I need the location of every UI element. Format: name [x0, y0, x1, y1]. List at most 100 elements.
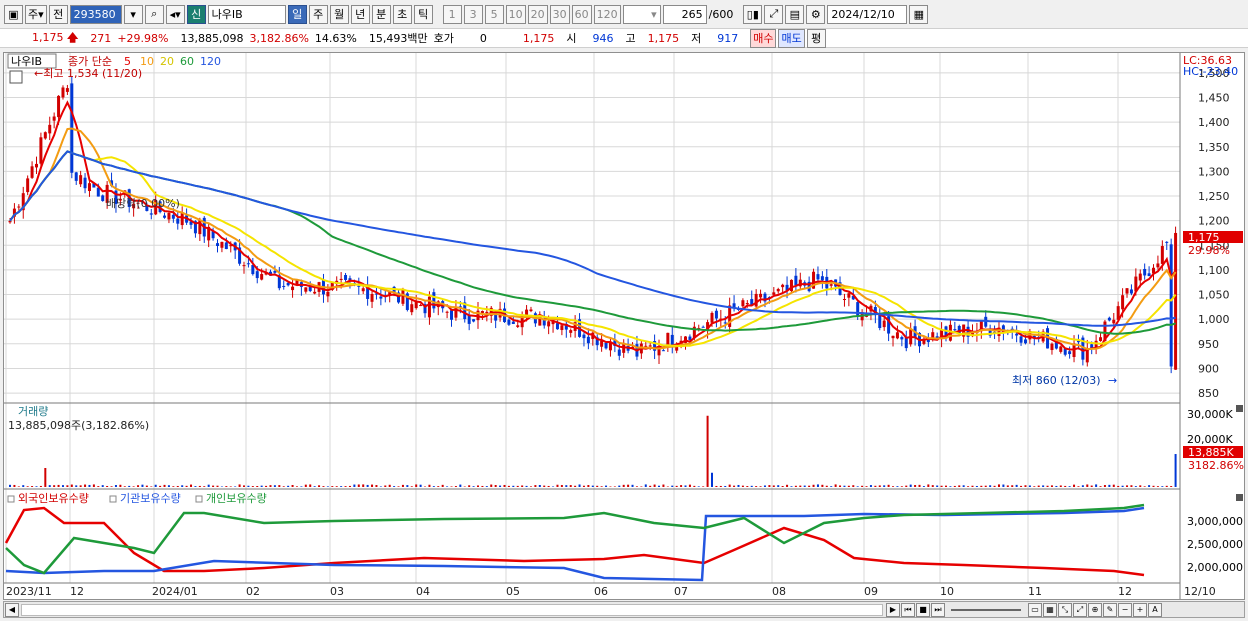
window-menu-icon[interactable]: ▣ — [4, 4, 23, 24]
stock-code-input[interactable]: 293580 — [69, 4, 122, 24]
zoom-slider[interactable] — [951, 608, 1021, 611]
interval-30-button[interactable]: 30 — [549, 4, 570, 24]
volume-panel-close-icon[interactable] — [1236, 405, 1243, 412]
interval-3-button[interactable]: 3 — [463, 4, 483, 24]
volume-bar — [1028, 485, 1031, 487]
code-dropdown-icon[interactable]: ▾ — [123, 4, 143, 24]
volume-bar — [993, 485, 996, 487]
candle-body — [180, 212, 184, 226]
volume-bar — [772, 485, 775, 487]
candle-body — [525, 309, 529, 315]
volume-bar — [326, 486, 329, 487]
market-type-select[interactable]: 주 ▾ — [25, 4, 47, 24]
stock-chart[interactable]: 나우IB 종가 단순 5 10 20 60 120 ←최고 1,534 (11/… — [3, 52, 1245, 600]
period-year-tab[interactable]: 년 — [350, 4, 370, 24]
period-month-tab[interactable]: 월 — [329, 4, 349, 24]
interval-60-button[interactable]: 60 — [571, 4, 592, 24]
interval-1-button[interactable]: 1 — [442, 4, 462, 24]
candle-body — [511, 321, 515, 325]
interval-custom-select[interactable]: ▾ — [622, 4, 661, 24]
date-input[interactable]: 2024/12/10 — [827, 4, 908, 24]
volume-bar — [980, 485, 983, 487]
scroll-right-icon[interactable]: ▶ — [886, 602, 900, 617]
chart-table-icon[interactable] — [9, 70, 23, 84]
volume-bar — [31, 486, 34, 487]
interval-10-button[interactable]: 10 — [505, 4, 526, 24]
period-minute-tab[interactable]: 분 — [371, 4, 391, 24]
candle-body — [176, 218, 180, 224]
candle-body — [661, 350, 665, 352]
volume-bar — [1117, 485, 1120, 487]
volume-bar — [702, 486, 705, 487]
volume-bar — [101, 485, 104, 487]
max-price-note: ←최고 1,534 (11/20) — [34, 67, 142, 80]
volume-bar — [39, 485, 42, 487]
volume-bar — [658, 485, 661, 487]
sell-button[interactable]: 매도 — [778, 28, 805, 48]
chart-scrollbar[interactable]: ◀ ▶ ⏮ ■ ⏭ ▭ ▦ ⤡ ⤢ ⊕ ✎ − + A — [3, 601, 1245, 618]
period-tick-tab[interactable]: 틱 — [413, 4, 433, 24]
scroll-last-icon[interactable]: ⏭ — [931, 602, 945, 617]
volume-bar — [1077, 486, 1080, 487]
interval-20-button[interactable]: 20 — [527, 4, 548, 24]
volume-bar — [485, 486, 488, 487]
volume-bar — [243, 485, 245, 487]
chart-canvas[interactable]: 나우IB 종가 단순 5 10 20 60 120 ←최고 1,534 (11/… — [4, 53, 1244, 599]
draw-icon[interactable]: ✎ — [1103, 602, 1117, 617]
sound-icon[interactable]: ◂▾ — [165, 4, 185, 24]
draw-tool-icon[interactable]: ⤢ — [764, 4, 784, 24]
layout-icon[interactable]: ▭ — [1028, 602, 1042, 617]
volume-bar — [1170, 486, 1173, 487]
volume-bar — [763, 485, 766, 487]
save-icon[interactable]: ▤ — [785, 4, 805, 24]
interval-120-button[interactable]: 120 — [593, 4, 621, 24]
text-tool-icon[interactable]: A — [1148, 602, 1162, 617]
calendar-icon[interactable]: ▦ — [909, 4, 929, 24]
candle-body — [163, 215, 167, 218]
scroll-stop-icon[interactable]: ■ — [916, 602, 930, 617]
volume-bar — [556, 484, 559, 487]
candle-body — [313, 291, 317, 294]
stock-name-field[interactable]: 나우IB — [207, 4, 286, 24]
volume-bar — [499, 485, 502, 487]
volume-summary: 13,885,098주(3,182.86%) — [8, 419, 149, 432]
zoom-out-icon[interactable]: − — [1118, 602, 1132, 617]
candle-body — [547, 321, 551, 327]
buy-button[interactable]: 매수 — [750, 28, 777, 48]
scroll-track[interactable] — [21, 603, 883, 616]
zoom-in-icon[interactable]: + — [1133, 602, 1147, 617]
prev-button[interactable]: 전 — [48, 4, 68, 24]
period-week-tab[interactable]: 주 — [308, 4, 328, 24]
volume-bar — [273, 485, 276, 487]
open-label: 시 — [566, 32, 577, 45]
period-second-tab[interactable]: 초 — [392, 4, 412, 24]
volume-bar — [48, 485, 51, 487]
candle-body — [847, 293, 851, 298]
holding-panel-close-icon[interactable] — [1236, 494, 1243, 501]
candle-body — [878, 314, 882, 329]
interval-5-button[interactable]: 5 — [484, 4, 504, 24]
grid-icon[interactable]: ▦ — [1043, 602, 1057, 617]
candle-body — [216, 243, 220, 246]
scroll-first-icon[interactable]: ⏮ — [901, 602, 915, 617]
shrink-icon[interactable]: ⤢ — [1073, 602, 1087, 617]
volume-bar — [635, 486, 638, 487]
volume-bar — [145, 485, 148, 487]
volume-bar — [1134, 486, 1137, 487]
search-icon[interactable]: ⌕ — [144, 4, 164, 24]
volume-bar — [344, 486, 347, 487]
volume-bar — [79, 485, 82, 487]
settings-gear-icon[interactable]: ⚙ — [806, 4, 826, 24]
page-count-input[interactable]: 265 — [662, 4, 707, 24]
candle-type-icon[interactable]: ▯▮ — [743, 4, 763, 24]
period-day-tab[interactable]: 일 — [287, 4, 307, 24]
scroll-left-icon[interactable]: ◀ — [5, 602, 19, 617]
expand-icon[interactable]: ⤡ — [1058, 602, 1072, 617]
candle-body — [776, 288, 780, 292]
eval-button[interactable]: 평 — [806, 28, 826, 48]
lock-icon[interactable]: ⊕ — [1088, 602, 1102, 617]
volume-bar — [1073, 484, 1076, 487]
candle-body — [401, 290, 405, 304]
volume-bar — [384, 485, 387, 487]
candle-body — [339, 278, 343, 280]
